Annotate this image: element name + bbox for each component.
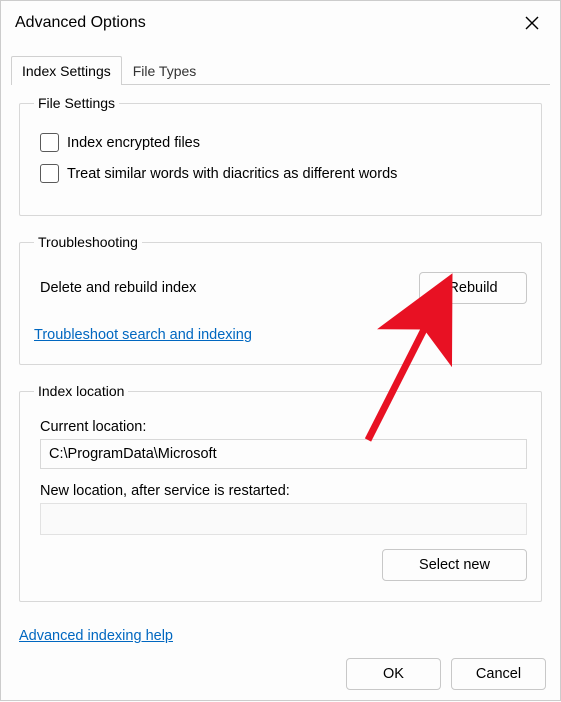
delete-rebuild-row: Delete and rebuild index Rebuild [40,272,527,304]
ok-button[interactable]: OK [346,658,441,690]
encrypted-row: Index encrypted files [40,133,527,152]
title-bar: Advanced Options [1,1,560,43]
advanced-indexing-help-link[interactable]: Advanced indexing help [19,628,173,644]
tab-strip: Index Settings File Types [11,55,550,85]
close-button[interactable] [518,9,546,37]
current-location-value: C:\ProgramData\Microsoft [40,439,527,469]
window-title: Advanced Options [15,14,146,32]
new-location-label: New location, after service is restarted… [40,483,527,499]
select-new-button[interactable]: Select new [382,549,527,581]
index-encrypted-label: Index encrypted files [67,135,200,151]
tab-index-settings[interactable]: Index Settings [11,56,122,85]
tab-panel-index-settings: File Settings Index encrypted files Trea… [11,85,550,602]
diacritics-checkbox[interactable] [40,164,59,183]
dialog-buttons: OK Cancel [346,658,546,690]
diacritics-row: Treat similar words with diacritics as d… [40,164,527,183]
diacritics-label: Treat similar words with diacritics as d… [67,166,397,182]
delete-rebuild-text: Delete and rebuild index [40,280,196,296]
current-location-label: Current location: [40,419,527,435]
troubleshooting-legend: Troubleshooting [34,234,142,250]
troubleshooting-group: Troubleshooting Delete and rebuild index… [19,234,542,365]
index-location-group: Index location Current location: C:\Prog… [19,383,542,602]
troubleshoot-link[interactable]: Troubleshoot search and indexing [34,327,252,343]
index-location-legend: Index location [34,383,128,399]
cancel-button[interactable]: Cancel [451,658,546,690]
new-location-value [40,503,527,535]
tab-file-types[interactable]: File Types [122,56,208,85]
file-settings-group: File Settings Index encrypted files Trea… [19,95,542,216]
rebuild-button[interactable]: Rebuild [419,272,527,304]
index-encrypted-checkbox[interactable] [40,133,59,152]
close-icon [525,16,539,30]
file-settings-legend: File Settings [34,95,119,111]
